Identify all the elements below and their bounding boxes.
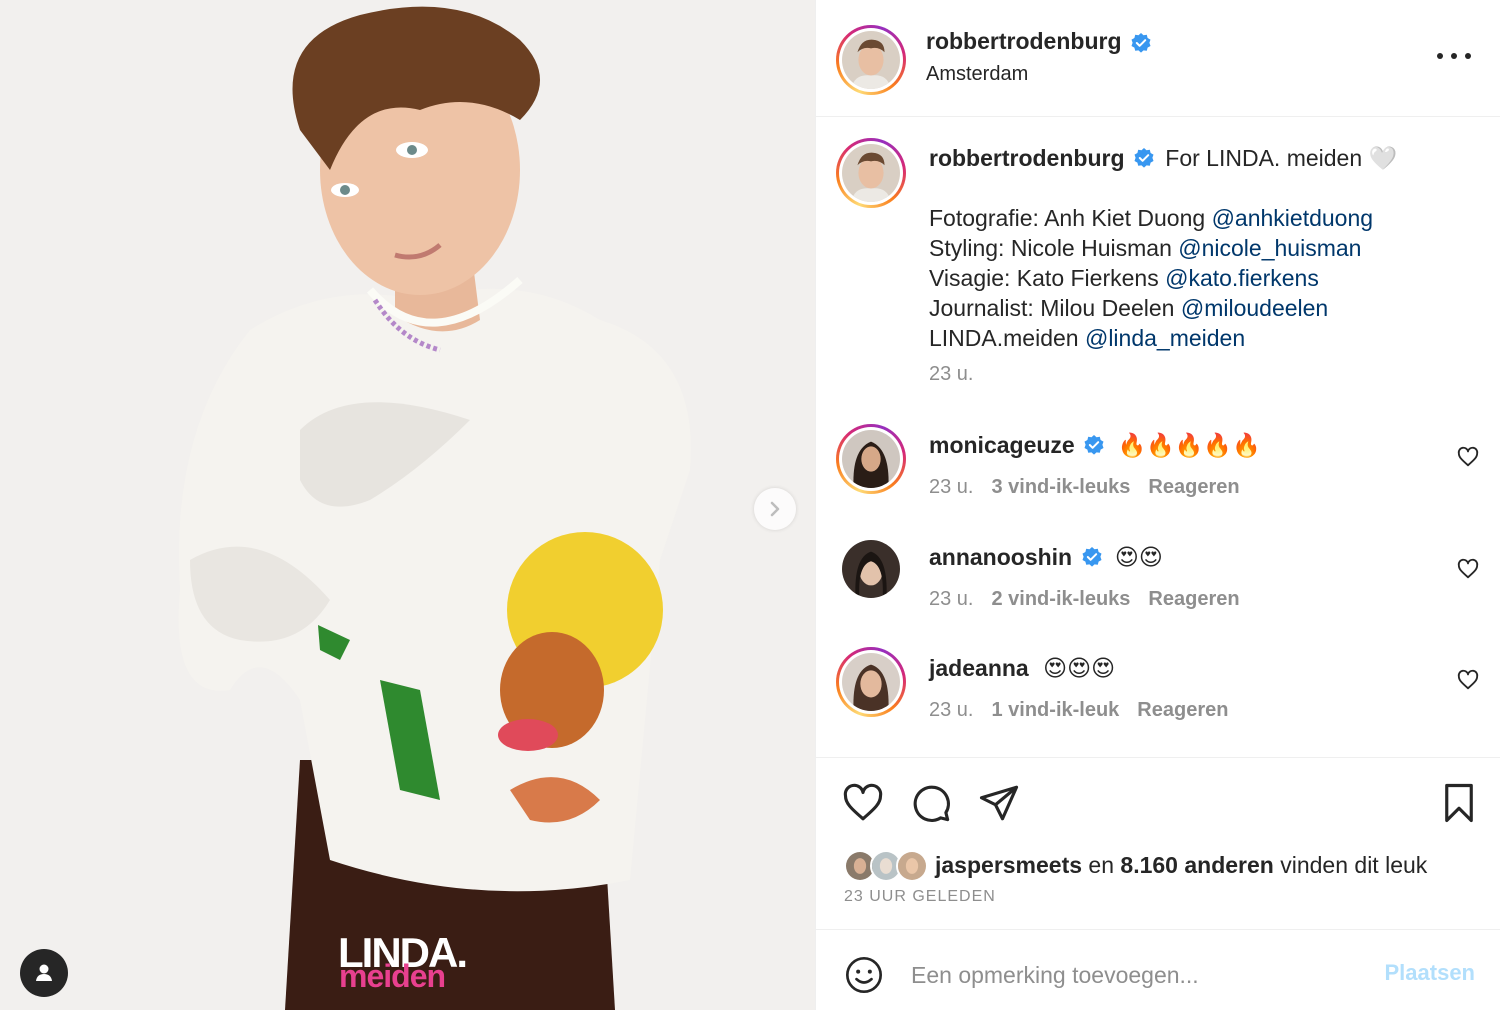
credit-line: LINDA.meiden @linda_meiden [929,323,1469,353]
more-horizontal-icon-dot [1451,53,1457,59]
mention-link[interactable]: @anhkietduong [1212,205,1373,231]
comment-item: annanooshin 😍😍 23 u. 2 vind-ik-leuks Reage… [816,532,1500,632]
author-avatar [842,31,900,89]
comment-avatar [842,653,900,711]
caption: robbertrodenburg For LINDA. meiden 🤍 Fot… [929,143,1469,386]
next-media-button[interactable] [754,488,796,530]
comment-avatar-image [842,540,900,598]
post-media[interactable]: LINDA. meiden [0,0,815,1010]
heart-icon[interactable] [1457,446,1479,468]
caption-first-line: robbertrodenburg For LINDA. meiden 🤍 [929,143,1469,173]
comment-time[interactable]: 23 u. [929,476,973,498]
linda-meiden-watermark: LINDA. meiden [338,932,478,996]
comment-username[interactable]: jadeanna [929,655,1029,681]
comment-avatar-ring[interactable] [836,424,906,494]
caption-username[interactable]: robbertrodenburg [929,145,1125,171]
verified-badge-icon [1084,434,1104,455]
verified-badge-icon [1134,147,1154,168]
chevron-right-icon [770,501,780,517]
comment-line: monicageuze 🔥🔥🔥🔥🔥 [929,430,1261,460]
comment-likes-link[interactable]: 1 vind-ik-leuk [991,699,1119,721]
comment-username[interactable]: annanooshin [929,544,1072,570]
first-liker-link[interactable]: jaspersmeets [935,852,1082,878]
comment-line: annanooshin 😍😍 [929,542,1163,572]
verified-badge-icon [1131,32,1151,53]
mention-link[interactable]: @miloudeelen [1181,295,1328,321]
post-photo [0,0,815,1010]
caption-timestamp[interactable]: 23 u. [929,363,1469,386]
credit-line: Journalist: Milou Deelen @miloudeelen [929,293,1469,323]
comment-meta: 23 u. 2 vind-ik-leuks Reageren [929,588,1240,611]
verified-badge-icon [1082,546,1102,567]
smiley-icon[interactable] [844,955,884,995]
credit-label: Journalist: Milou Deelen [929,295,1181,321]
mention-link[interactable]: @linda_meiden [1085,325,1245,351]
mention-link[interactable]: @nicole_huisman [1178,235,1361,261]
post-detail-panel: robbertrodenburg Amsterdam robbertrodenb… [815,0,1500,1010]
comment-item: jadeanna 😍😍😍 23 u. 1 vind-ik-leuk Reageren [816,643,1500,743]
likes-summary: jaspersmeets en 8.160 anderen vinden dit… [844,850,1484,884]
likes-suffix: vinden dit leuk [1273,852,1428,878]
more-options-button[interactable] [1437,44,1471,68]
bookmark-icon[interactable] [1438,782,1480,824]
actions-divider [816,757,1500,758]
comment-text: 🔥🔥🔥🔥🔥 [1117,432,1261,458]
comment-bubble-icon[interactable] [910,782,952,824]
credit-line: Visagie: Kato Fierkens @kato.fierkens [929,263,1469,293]
liker-avatar[interactable] [896,850,928,882]
reply-button[interactable]: Reageren [1148,588,1239,610]
post-location[interactable]: Amsterdam [926,63,1028,86]
tagged-users-button[interactable] [20,949,68,997]
credit-label: Styling: Nicole Huisman [929,235,1179,261]
likes-connector: en [1082,852,1121,878]
reply-button[interactable]: Reageren [1148,476,1239,498]
posted-ago[interactable]: 23 UUR GELEDEN [844,888,996,906]
likes-others-link[interactable]: 8.160 anderen [1120,852,1273,878]
post-header: robbertrodenburg Amsterdam [816,0,1500,117]
more-horizontal-icon-dot [1465,53,1471,59]
mention-link[interactable]: @kato.fierkens [1165,265,1319,291]
heart-icon[interactable] [842,782,884,824]
heart-icon[interactable] [1457,669,1479,691]
caption-avatar-ring[interactable] [836,138,906,208]
comment-text: 😍😍😍 [1043,655,1116,681]
comment-line: jadeanna 😍😍😍 [929,653,1115,683]
comment-meta: 23 u. 3 vind-ik-leuks Reageren [929,476,1240,499]
credit-line: Styling: Nicole Huisman @nicole_huisman [929,233,1469,263]
author-avatar-ring[interactable] [836,25,906,95]
user-tag-icon [36,964,52,981]
comment-avatar-ring[interactable] [836,647,906,717]
comment-time[interactable]: 23 u. [929,699,973,721]
comment-meta: 23 u. 1 vind-ik-leuk Reageren [929,699,1228,722]
post-comment-button[interactable]: Plaatsen [1385,960,1476,986]
comment-avatar[interactable] [842,540,900,598]
watermark-bottom: meiden [339,958,446,994]
caption-avatar [842,144,900,202]
heart-icon[interactable] [1457,558,1479,580]
comment-text: 😍😍 [1114,544,1163,570]
comment-likes-link[interactable]: 2 vind-ik-leuks [991,588,1130,610]
likes-text: jaspersmeets en 8.160 anderen vinden dit… [935,852,1427,879]
comment-avatar [842,430,900,488]
paper-plane-icon[interactable] [978,782,1020,824]
comment-username[interactable]: monicageuze [929,432,1075,458]
credit-label: LINDA.meiden [929,325,1085,351]
comment-input[interactable] [911,955,1351,995]
comment-box-divider [816,929,1500,930]
caption-text: For LINDA. meiden 🤍 [1165,145,1398,171]
credit-line: Fotografie: Anh Kiet Duong @anhkietduong [929,203,1469,233]
credit-label: Fotografie: Anh Kiet Duong [929,205,1212,231]
more-horizontal-icon-dot [1437,53,1443,59]
comment-item: monicageuze 🔥🔥🔥🔥🔥 23 u. 3 vind-ik-leuks Re… [816,420,1500,520]
comment-time[interactable]: 23 u. [929,588,973,610]
author-username[interactable]: robbertrodenburg [926,28,1122,54]
comment-likes-link[interactable]: 3 vind-ik-leuks [991,476,1130,498]
reply-button[interactable]: Reageren [1137,699,1228,721]
credit-label: Visagie: Kato Fierkens [929,265,1166,291]
